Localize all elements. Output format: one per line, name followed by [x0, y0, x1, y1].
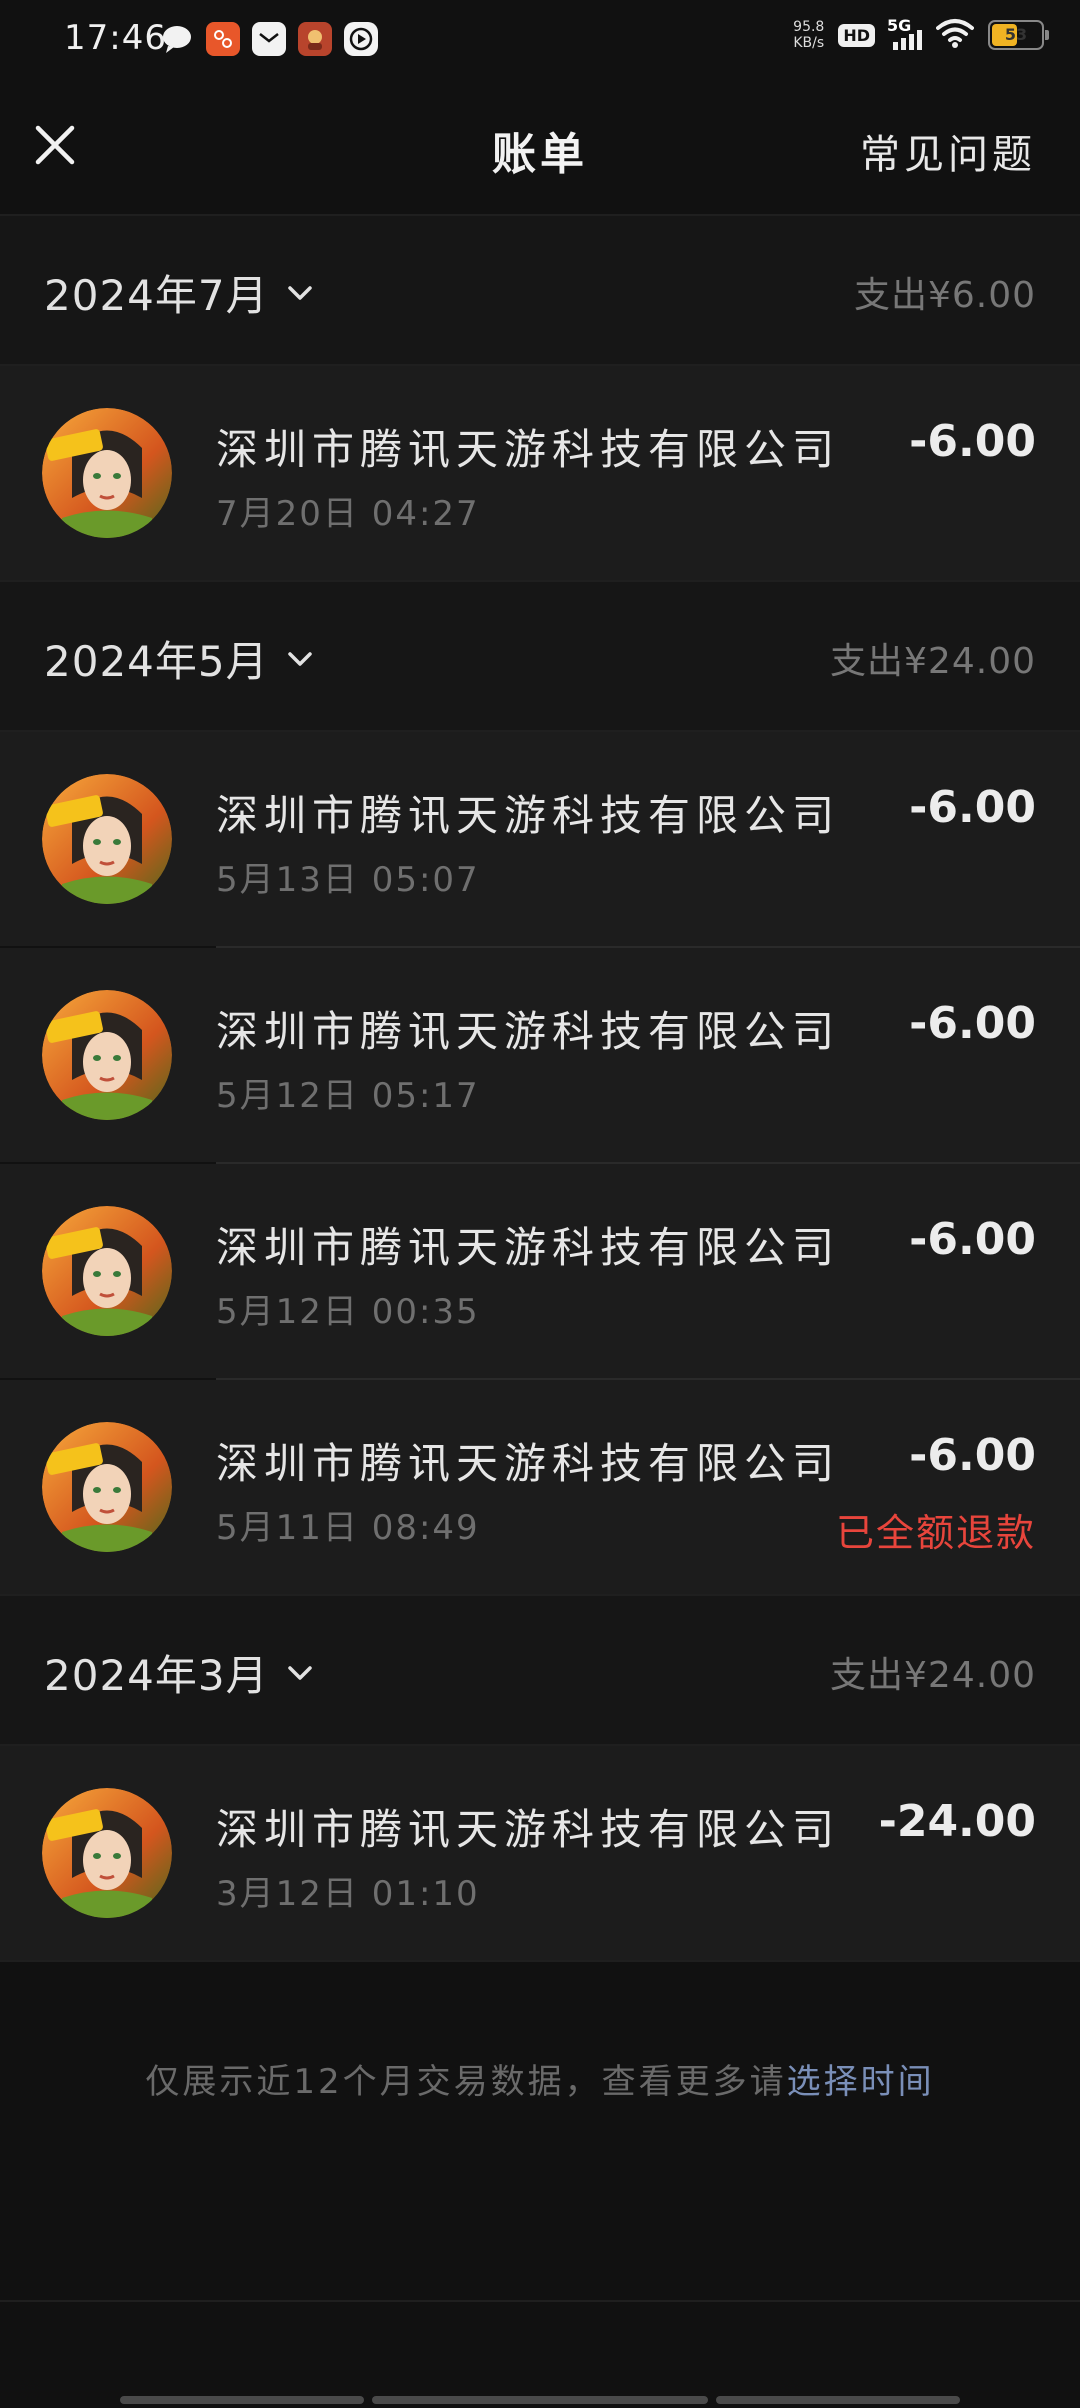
- footer-note: 仅展示近12个月交易数据，查看更多请选择时间: [0, 2054, 1080, 2103]
- transaction-row[interactable]: 深圳市腾讯天游科技有限公司 7月20日 04:27 -6.00: [0, 366, 1080, 580]
- game-avatar-icon: [42, 774, 172, 904]
- refund-status: 已全额退款: [835, 1511, 1036, 1555]
- transaction-row[interactable]: 深圳市腾讯天游科技有限公司 5月11日 08:49 -6.00 已全额退款: [0, 1380, 1080, 1594]
- month-total: 支出¥24.00: [830, 1655, 1036, 1696]
- mail-icon: [252, 22, 286, 56]
- faq-link[interactable]: 常见问题: [860, 122, 1036, 180]
- game-avatar-icon: [42, 990, 172, 1120]
- transaction-amount: -6.00: [909, 782, 1036, 833]
- merchant-name: 深圳市腾讯天游科技有限公司: [216, 425, 841, 474]
- game-avatar-icon: [42, 1422, 172, 1552]
- merchant-name: 深圳市腾讯天游科技有限公司: [216, 791, 841, 840]
- game-avatar-icon: [42, 408, 172, 538]
- nav-pill: [120, 2396, 364, 2404]
- game-avatar-icon: [42, 1206, 172, 1336]
- transaction-row[interactable]: 深圳市腾讯天游科技有限公司 5月13日 05:07 -6.00: [0, 732, 1080, 946]
- chevron-down-icon: [287, 285, 312, 300]
- status-bar: 17:46 95.8 KB/s HD 5G 53: [0, 0, 1080, 80]
- merchant-name: 深圳市腾讯天游科技有限公司: [216, 1007, 841, 1056]
- month-label: 2024年7月: [44, 271, 269, 320]
- battery-icon: 53: [988, 20, 1049, 50]
- network-speed-unit: KB/s: [793, 35, 825, 51]
- month-selector[interactable]: 2024年5月: [44, 628, 317, 689]
- month-total: 支出¥24.00: [830, 641, 1036, 682]
- page-header: 账单 常见问题: [0, 90, 1080, 210]
- merchant-name: 深圳市腾讯天游科技有限公司: [216, 1439, 841, 1488]
- merchant-name: 深圳市腾讯天游科技有限公司: [216, 1223, 841, 1272]
- transaction-time: 5月12日 00:35: [216, 1292, 480, 1332]
- app-icon: [206, 22, 240, 56]
- month-header[interactable]: 2024年3月 支出¥24.00: [0, 1596, 1080, 1744]
- game-avatar-icon: [42, 1788, 172, 1918]
- month-header[interactable]: 2024年7月 支出¥6.00: [0, 216, 1080, 364]
- month-label: 2024年5月: [44, 637, 269, 686]
- transaction-row[interactable]: 深圳市腾讯天游科技有限公司 5月12日 05:17 -6.00: [0, 948, 1080, 1162]
- transaction-row[interactable]: 深圳市腾讯天游科技有限公司 3月12日 01:10 -24.00: [0, 1746, 1080, 1960]
- network-speed-value: 95.8: [793, 19, 825, 35]
- month-total: 支出¥6.00: [853, 275, 1036, 316]
- transaction-amount: -6.00: [909, 1430, 1036, 1481]
- chevron-down-icon: [287, 651, 312, 666]
- transaction-time: 5月11日 08:49: [216, 1508, 480, 1548]
- transaction-time: 5月13日 05:07: [216, 860, 480, 900]
- transaction-amount: -6.00: [909, 998, 1036, 1049]
- hd-badge: HD: [838, 23, 875, 47]
- merchant-name: 深圳市腾讯天游科技有限公司: [216, 1805, 841, 1854]
- notification-icons: [160, 22, 378, 56]
- status-indicators: 95.8 KB/s HD 5G 53: [793, 16, 1049, 52]
- bill-page: 17:46 95.8 KB/s HD 5G 53 账单 常见问题 2024年7月…: [0, 0, 1080, 2408]
- month-header[interactable]: 2024年5月 支出¥24.00: [0, 582, 1080, 730]
- status-time: 17:46: [64, 18, 167, 58]
- footer-note-text: 仅展示近12个月交易数据，查看更多请: [145, 2062, 787, 2102]
- month-selector[interactable]: 2024年7月: [44, 262, 317, 323]
- transaction-time: 7月20日 04:27: [216, 494, 480, 534]
- transaction-row[interactable]: 深圳市腾讯天游科技有限公司 5月12日 00:35 -6.00: [0, 1164, 1080, 1378]
- nav-pill: [372, 2396, 708, 2404]
- play-icon: [344, 22, 378, 56]
- transaction-time: 3月12日 01:10: [216, 1874, 480, 1914]
- month-selector[interactable]: 2024年3月: [44, 1642, 317, 1703]
- game-icon: [298, 22, 332, 56]
- transaction-amount: -6.00: [909, 1214, 1036, 1265]
- network-speed: 95.8 KB/s: [793, 19, 824, 51]
- transaction-amount: -6.00: [909, 416, 1036, 467]
- footer-divider: [0, 2300, 1080, 2302]
- network-type: 5G: [887, 16, 912, 35]
- month-label: 2024年3月: [44, 1651, 269, 1700]
- chat-icon: [160, 22, 194, 56]
- wifi-icon: [936, 18, 974, 52]
- select-time-link[interactable]: 选择时间: [787, 2062, 935, 2102]
- battery-level: 53: [1004, 25, 1028, 44]
- group-divider: [0, 1960, 1080, 1962]
- signal-icon: 5G: [887, 16, 922, 50]
- transaction-time: 5月12日 05:17: [216, 1076, 480, 1116]
- chevron-down-icon: [287, 1665, 312, 1680]
- nav-pill: [716, 2396, 960, 2404]
- transaction-amount: -24.00: [878, 1796, 1036, 1847]
